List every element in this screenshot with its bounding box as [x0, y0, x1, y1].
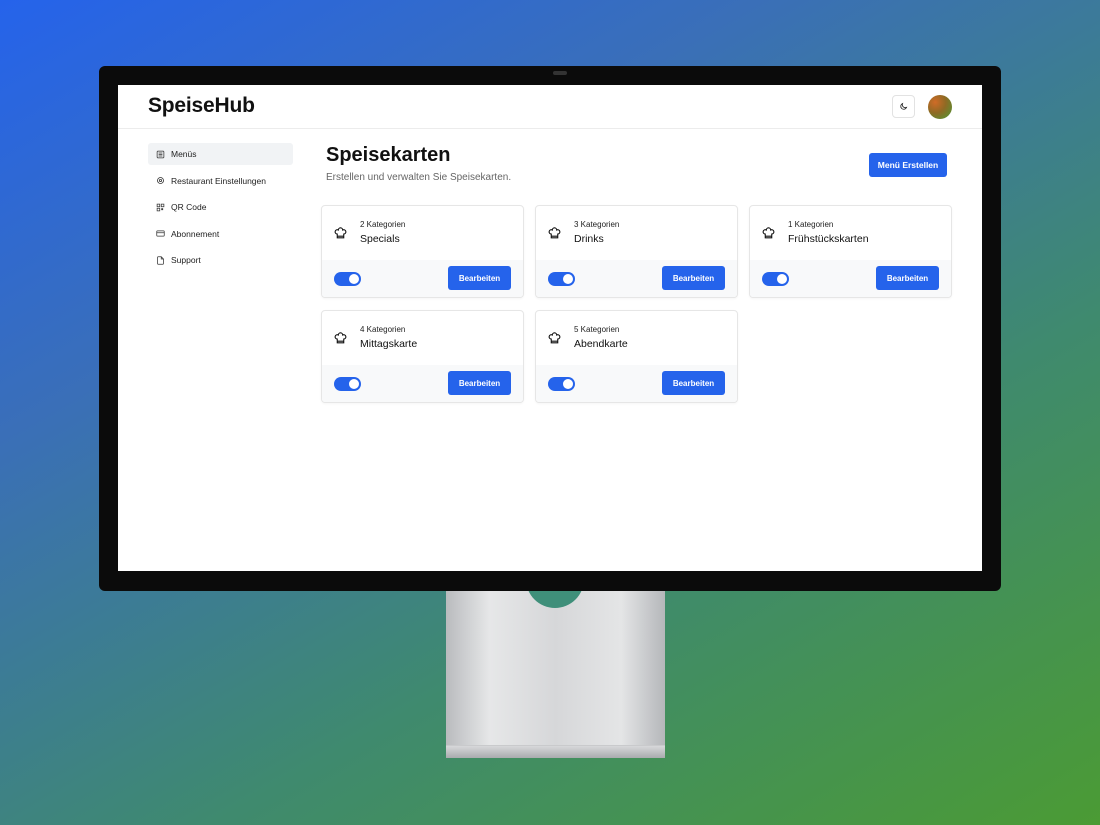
moon-icon — [900, 102, 908, 110]
sidebar-item-subscription[interactable]: Abonnement — [148, 223, 293, 245]
sidebar-item-label: Abonnement — [171, 228, 220, 239]
page-title: Speisekarten — [326, 144, 451, 166]
camera — [553, 71, 567, 75]
menu-card: 1 Kategorien Frühstückskarten Bearbeiten — [749, 205, 952, 298]
sidebar-item-menus[interactable]: Menüs — [148, 143, 293, 165]
credit-card-icon — [156, 230, 165, 237]
category-count: 2 Kategorien — [360, 220, 406, 229]
create-menu-button[interactable]: Menü Erstellen — [869, 153, 947, 177]
list-icon — [156, 150, 165, 158]
edit-menu-button[interactable]: Bearbeiten — [876, 266, 939, 290]
sidebar-item-qr-code[interactable]: QR Code — [148, 196, 293, 218]
menu-active-toggle[interactable] — [334, 272, 361, 286]
menu-card: 3 Kategorien Drinks Bearbeiten — [535, 205, 738, 298]
app-header: SpeiseHub — [118, 85, 982, 129]
category-count: 5 Kategorien — [574, 325, 620, 334]
menu-active-toggle[interactable] — [548, 377, 575, 391]
chef-hat-icon — [548, 227, 561, 239]
chef-hat-icon — [334, 332, 347, 344]
menu-active-toggle[interactable] — [334, 377, 361, 391]
menu-card: 4 Kategorien Mittagskarte Bearbeiten — [321, 310, 524, 403]
document-icon — [157, 255, 164, 265]
sidebar-item-support[interactable]: Support — [148, 249, 293, 271]
sidebar: Menüs Restaurant Einstellungen QR Code A… — [148, 143, 293, 276]
qr-icon — [156, 203, 165, 211]
sidebar-item-label: Restaurant Einstellungen — [171, 175, 266, 186]
gear-icon — [157, 177, 164, 184]
category-count: 4 Kategorien — [360, 325, 406, 334]
chef-hat-icon — [548, 332, 561, 344]
category-count: 1 Kategorien — [788, 220, 834, 229]
theme-toggle-button[interactable] — [892, 95, 915, 118]
menu-name: Frühstückskarten — [788, 233, 869, 245]
menu-active-toggle[interactable] — [548, 272, 575, 286]
sidebar-item-label: QR Code — [171, 202, 207, 212]
menu-name: Specials — [360, 233, 400, 245]
brand-logo[interactable]: SpeiseHub — [148, 94, 255, 118]
menu-name: Mittagskarte — [360, 338, 418, 350]
menu-card: 2 Kategorien Specials Bearbeiten — [321, 205, 524, 298]
sidebar-item-restaurant-settings[interactable]: Restaurant Einstellungen — [148, 170, 293, 192]
edit-menu-button[interactable]: Bearbeiten — [448, 371, 511, 395]
chef-hat-icon — [334, 227, 347, 239]
monitor-stand — [446, 588, 665, 758]
page-subtitle: Erstellen und verwalten Sie Speisekarten… — [326, 172, 512, 183]
menu-active-toggle[interactable] — [762, 272, 789, 286]
menu-name: Abendkarte — [574, 338, 628, 350]
app-screen: SpeiseHub Menüs Restaurant Einstellungen… — [118, 85, 982, 571]
stand-base — [446, 745, 665, 758]
sidebar-item-label: Menüs — [171, 149, 197, 159]
avatar[interactable] — [928, 95, 952, 119]
category-count: 3 Kategorien — [574, 220, 620, 229]
menu-card: 5 Kategorien Abendkarte Bearbeiten — [535, 310, 738, 403]
menu-name: Drinks — [574, 233, 604, 245]
chef-hat-icon — [762, 227, 775, 239]
edit-menu-button[interactable]: Bearbeiten — [662, 266, 725, 290]
sidebar-item-label: Support — [171, 255, 201, 265]
edit-menu-button[interactable]: Bearbeiten — [448, 266, 511, 290]
edit-menu-button[interactable]: Bearbeiten — [662, 371, 725, 395]
